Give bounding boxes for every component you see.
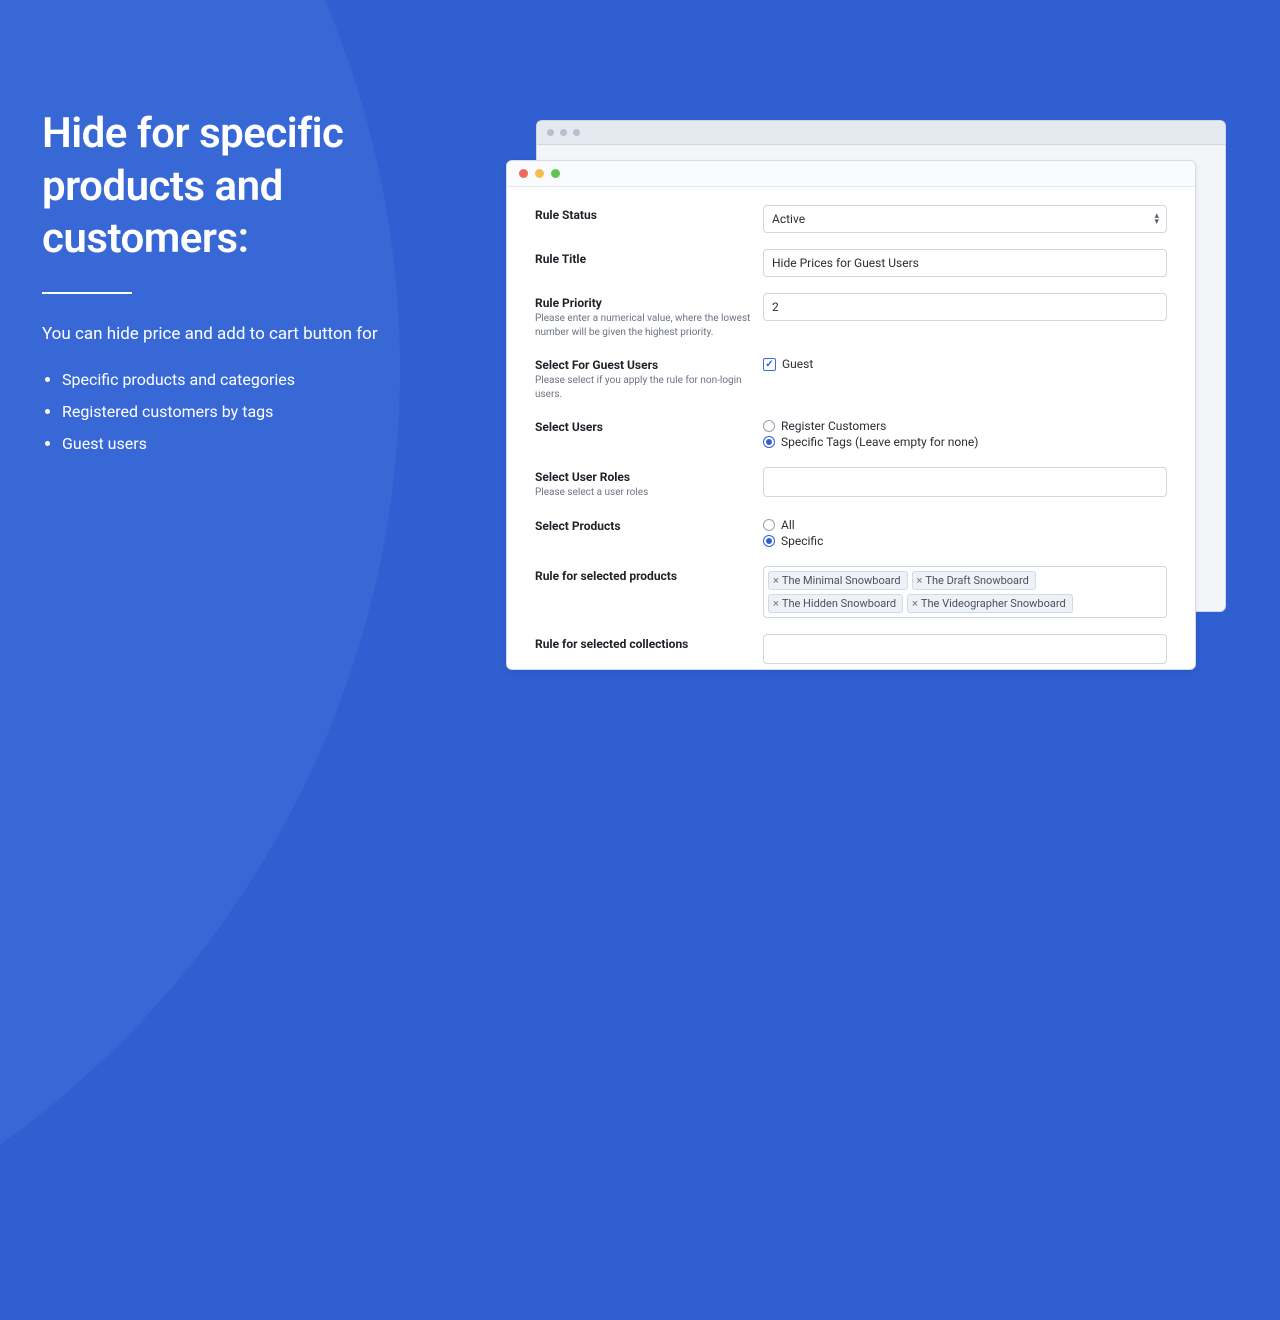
row-rule-title: Rule Title xyxy=(535,241,1167,285)
rule-title-input[interactable] xyxy=(763,249,1167,277)
user-roles-input[interactable] xyxy=(763,467,1167,497)
radio-label: Specific xyxy=(781,534,823,548)
minimize-icon[interactable] xyxy=(535,169,544,178)
window-titlebar[interactable] xyxy=(507,161,1195,187)
list-item: Guest users xyxy=(62,428,442,460)
background-window-titlebar xyxy=(537,121,1225,145)
selected-collections-input[interactable] xyxy=(763,634,1167,664)
rule-status-select[interactable]: Active ▴▾ xyxy=(763,205,1167,233)
guest-checkbox-label: Guest xyxy=(782,357,813,371)
help-rule-priority: Please enter a numerical value, where th… xyxy=(535,312,763,339)
label-select-products: Select Products xyxy=(535,519,763,533)
product-tag-label: The Minimal Snowboard xyxy=(782,574,901,587)
radio-products-specific[interactable]: Specific xyxy=(763,534,1167,548)
row-rule-priority: Rule Priority Please enter a numerical v… xyxy=(535,285,1167,347)
radio-icon[interactable] xyxy=(763,420,775,432)
guest-checkbox-row[interactable]: Guest xyxy=(763,357,1167,371)
remove-tag-icon[interactable]: × xyxy=(773,574,779,587)
traffic-light-icon xyxy=(547,129,554,136)
row-selected-collections: Rule for selected collections xyxy=(535,626,1167,671)
row-select-products: Select Products All Specific xyxy=(535,508,1167,558)
row-guest-users: Select For Guest Users Please select if … xyxy=(535,347,1167,409)
product-tag-label: The Videographer Snowboard xyxy=(921,597,1066,610)
maximize-icon[interactable] xyxy=(551,169,560,178)
radio-icon[interactable] xyxy=(763,535,775,547)
remove-tag-icon[interactable]: × xyxy=(912,597,918,610)
radio-register-customers[interactable]: Register Customers xyxy=(763,419,1167,433)
marketing-subhead: You can hide price and add to cart butto… xyxy=(42,320,442,349)
rule-status-value: Active xyxy=(763,205,1167,233)
remove-tag-icon[interactable]: × xyxy=(773,597,779,610)
row-selected-products: Rule for selected products ×The Minimal … xyxy=(535,558,1167,626)
row-rule-status: Rule Status Active ▴▾ xyxy=(535,197,1167,241)
marketing-headline: Hide for specific products and customers… xyxy=(42,108,442,266)
marketing-panel: Hide for specific products and customers… xyxy=(42,108,442,460)
label-selected-products: Rule for selected products xyxy=(535,569,763,583)
label-rule-priority: Rule Priority xyxy=(535,296,763,310)
label-selected-collections: Rule for selected collections xyxy=(535,637,763,651)
label-guest-users: Select For Guest Users xyxy=(535,358,763,372)
traffic-light-icon xyxy=(560,129,567,136)
list-item: Specific products and categories xyxy=(62,364,442,396)
label-user-roles: Select User Roles xyxy=(535,470,763,484)
radio-icon[interactable] xyxy=(763,519,775,531)
marketing-bullet-list: Specific products and categories Registe… xyxy=(42,364,442,460)
product-tag-label: The Draft Snowboard xyxy=(925,574,1028,587)
label-rule-title: Rule Title xyxy=(535,252,763,266)
traffic-light-icon xyxy=(573,129,580,136)
close-icon[interactable] xyxy=(519,169,528,178)
radio-label: Register Customers xyxy=(781,419,886,433)
radio-products-all[interactable]: All xyxy=(763,518,1167,532)
radio-icon[interactable] xyxy=(763,436,775,448)
row-select-users: Select Users Register Customers Specific… xyxy=(535,409,1167,459)
product-tag[interactable]: ×The Videographer Snowboard xyxy=(907,594,1073,613)
radio-label: All xyxy=(781,518,795,532)
rule-priority-input[interactable] xyxy=(763,293,1167,321)
guest-checkbox[interactable] xyxy=(763,358,776,371)
product-tag[interactable]: ×The Draft Snowboard xyxy=(912,571,1036,590)
list-item: Registered customers by tags xyxy=(62,396,442,428)
radio-specific-tags[interactable]: Specific Tags (Leave empty for none) xyxy=(763,435,1167,449)
help-user-roles: Please select a user roles xyxy=(535,486,763,500)
help-guest-users: Please select if you apply the rule for … xyxy=(535,374,763,401)
product-tag[interactable]: ×The Minimal Snowboard xyxy=(768,571,908,590)
settings-window: Rule Status Active ▴▾ Rule Title Rule Pr… xyxy=(506,160,1196,670)
divider-line xyxy=(42,292,132,294)
product-tag-label: The Hidden Snowboard xyxy=(782,597,896,610)
selected-products-input[interactable]: ×The Minimal Snowboard×The Draft Snowboa… xyxy=(763,566,1167,618)
remove-tag-icon[interactable]: × xyxy=(917,574,923,587)
label-select-users: Select Users xyxy=(535,420,763,434)
row-user-roles: Select User Roles Please select a user r… xyxy=(535,459,1167,508)
label-rule-status: Rule Status xyxy=(535,208,763,222)
product-tag[interactable]: ×The Hidden Snowboard xyxy=(768,594,903,613)
radio-label: Specific Tags (Leave empty for none) xyxy=(781,435,978,449)
rule-form: Rule Status Active ▴▾ Rule Title Rule Pr… xyxy=(507,187,1195,670)
